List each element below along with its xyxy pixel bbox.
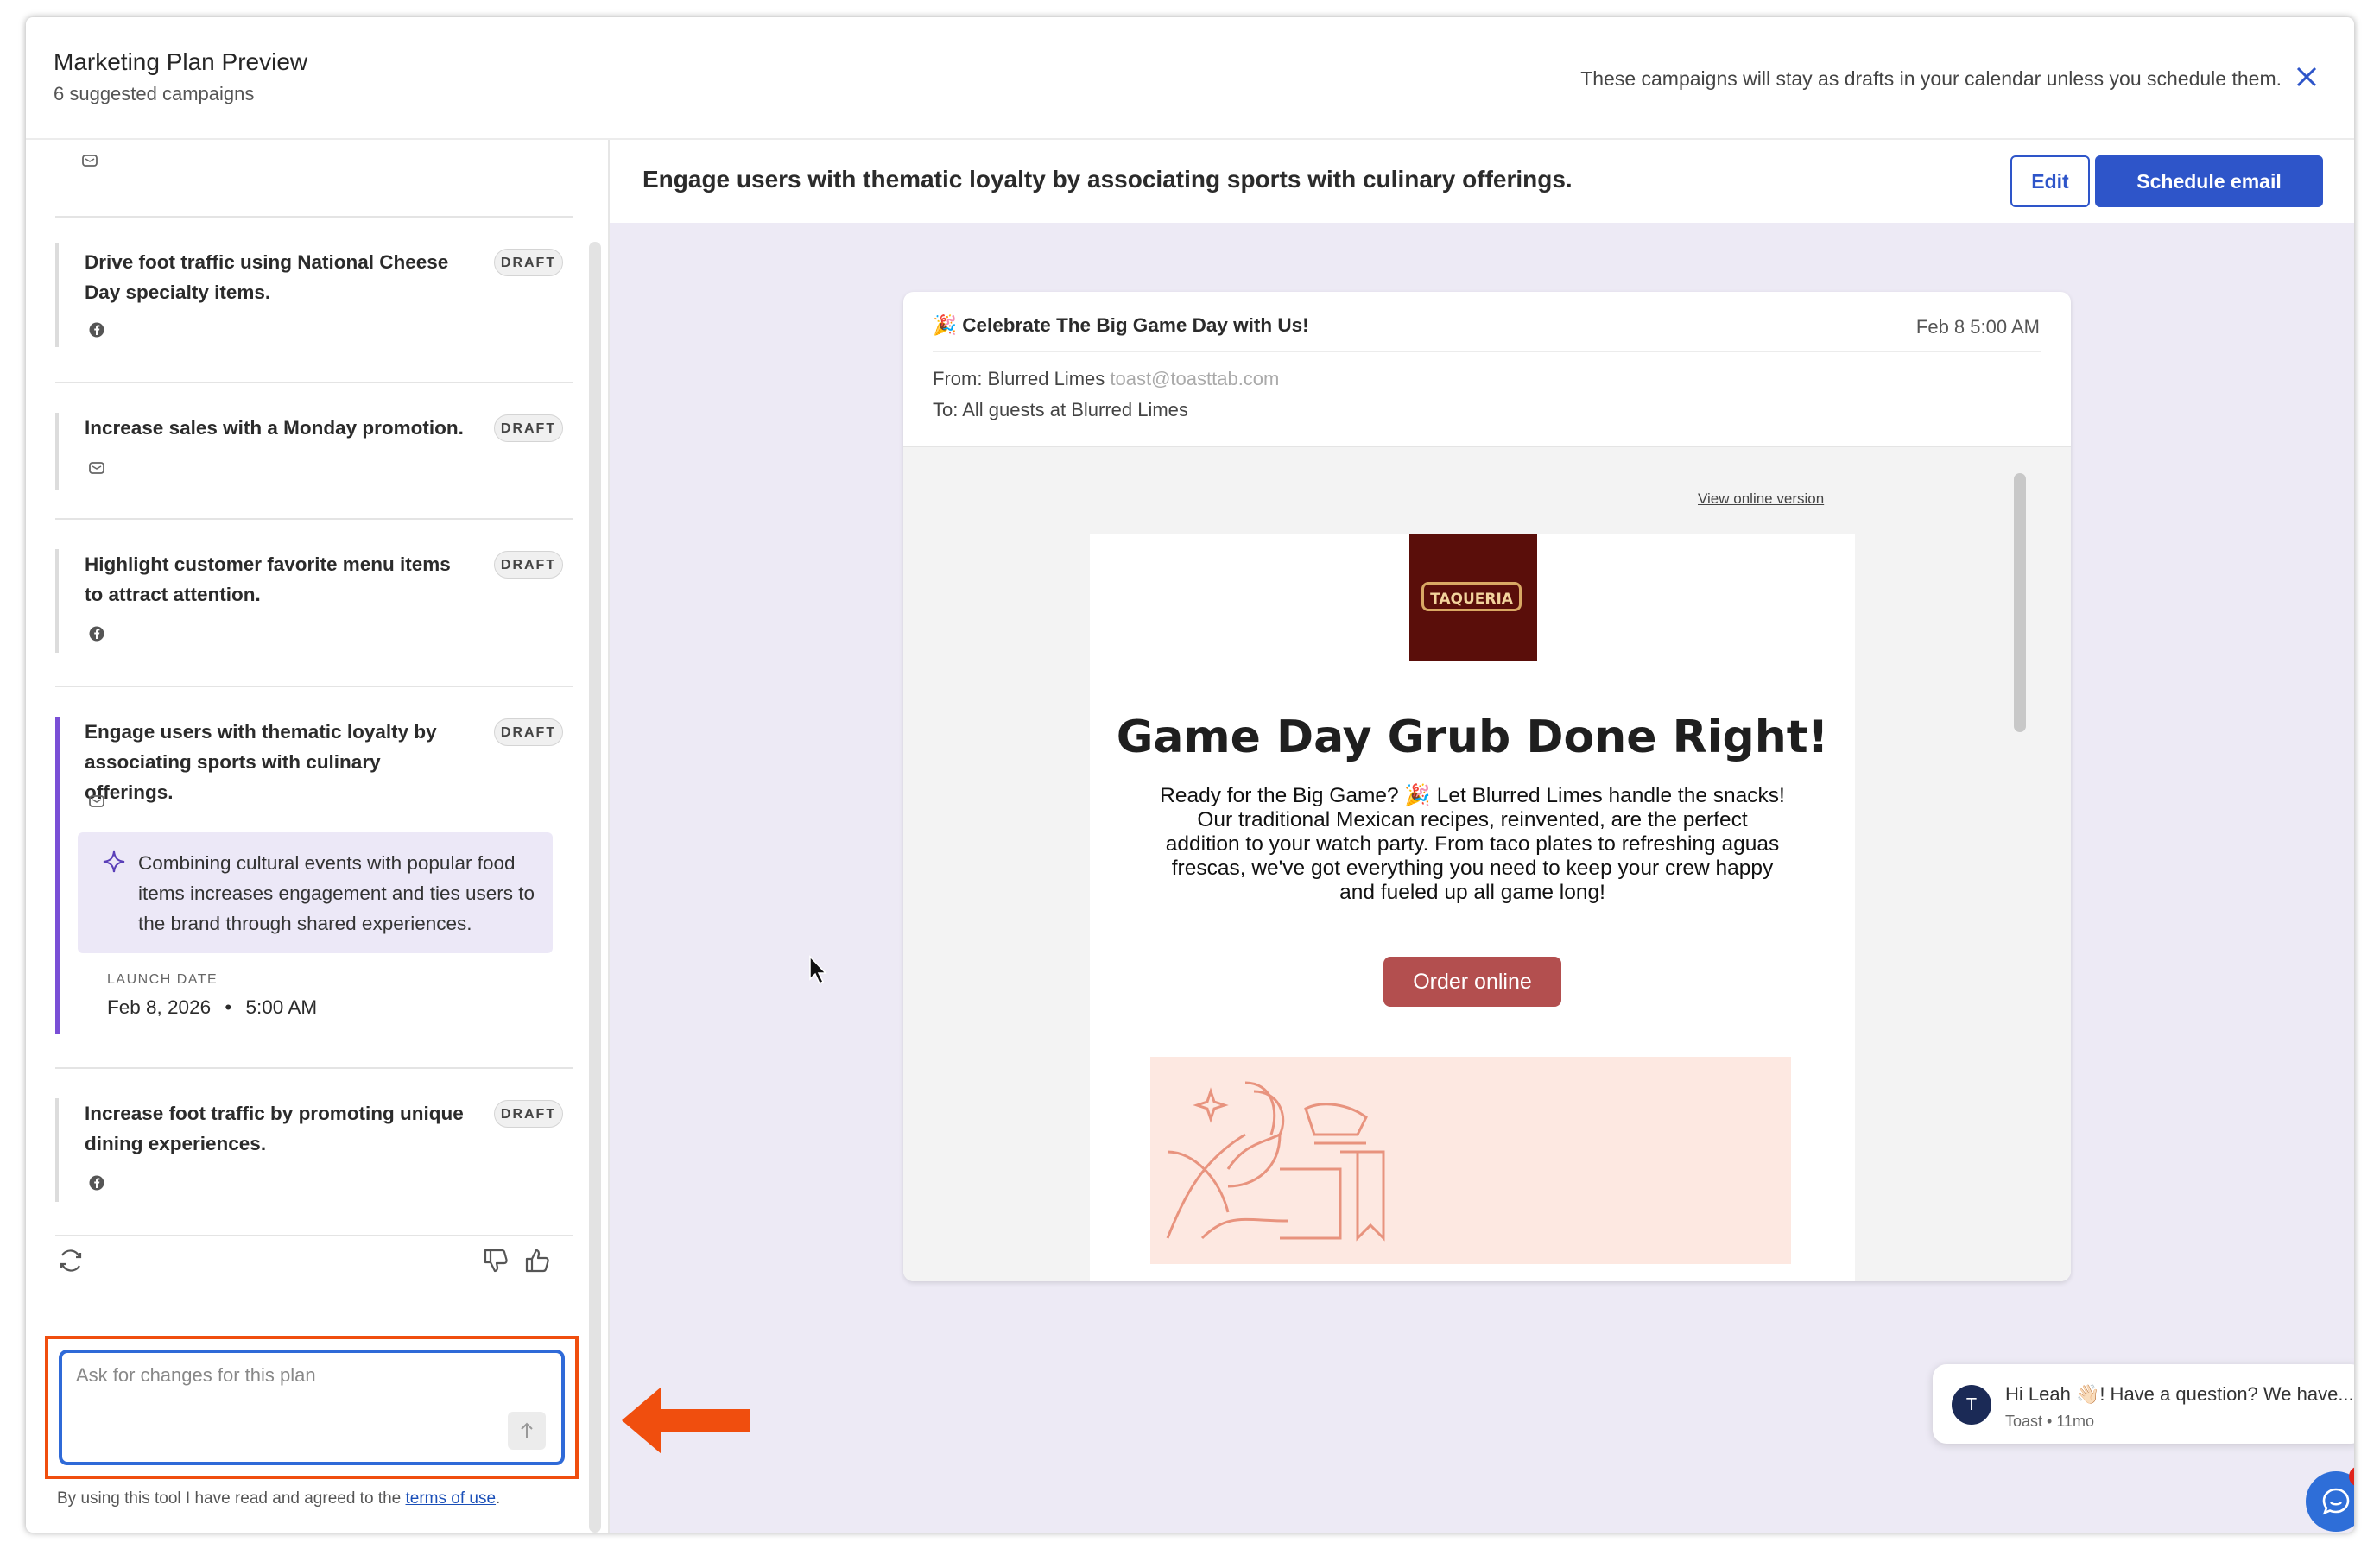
draft-note: These campaigns will stay as drafts in y… [1580,67,2282,90]
ask-for-changes-input[interactable] [74,1363,492,1388]
campaign-item[interactable]: Drive foot traffic using National Cheese… [55,218,573,383]
campaign-detail-title: Engage users with thematic loyalty by as… [642,166,1573,193]
chat-bubble-icon [2322,1488,2350,1515]
arrow-up-icon [521,1422,533,1438]
edit-button[interactable]: Edit [2010,155,2090,207]
draft-badge: DRAFT [494,1100,563,1128]
draft-badge: DRAFT [494,249,563,276]
facebook-icon [89,626,104,642]
email-headline: Game Day Grub Done Right! [1116,711,1829,763]
campaign-title: Highlight customer favorite menu items t… [85,553,451,605]
send-button[interactable] [508,1412,546,1450]
promo-illustration [1150,1057,1791,1264]
schedule-email-button[interactable]: Schedule email [2095,155,2323,207]
regenerate-icon[interactable] [55,1245,86,1276]
from-address: toast@toasttab.com [1110,368,1280,389]
launch-date-label: LAUNCH DATE [107,972,218,987]
facebook-icon [89,1175,104,1191]
launch-date-value: Feb 8, 2026 • 5:00 AM [107,996,317,1019]
left-scrollbar[interactable] [589,242,601,1533]
launch-time: 5:00 AM [245,996,318,1018]
campaign-item[interactable]: Increase foot traffic by promoting uniqu… [55,1069,573,1236]
facebook-icon [89,322,104,338]
email-preview-panel: Engage users with thematic loyalty by as… [610,140,2354,1533]
modal-header: Marketing Plan Preview 6 suggested campa… [26,17,2354,140]
view-online-link[interactable]: View online version [1698,490,1824,508]
launch-date: Feb 8, 2026 [107,996,212,1018]
campaign-title: Increase foot traffic by promoting uniqu… [85,1103,464,1154]
chat-input-highlight [45,1336,579,1479]
draft-badge: DRAFT [494,718,563,746]
from-label: From: Blurred Limes [933,368,1111,389]
email-date: Feb 8 5:00 AM [1915,316,2040,338]
thumbs-up-icon[interactable] [522,1245,553,1276]
list-divider [55,1235,573,1236]
sparkle-icon [103,850,125,873]
chat-input-container [59,1350,565,1465]
terms-suffix: . [496,1489,501,1508]
annotation-arrow-icon [622,1387,750,1454]
campaign-item[interactable]: Highlight customer favorite menu items t… [55,520,573,687]
launch-separator: • [225,996,232,1018]
avatar: T [1952,1385,1991,1425]
draft-badge: DRAFT [494,414,563,442]
email-to: To: All guests at Blurred Limes [933,399,1188,420]
campaign-insight: Combining cultural events with popular f… [78,832,553,953]
email-preview-card: 🎉 Celebrate The Big Game Day with Us! Fe… [903,292,2071,1281]
campaign-title: Drive foot traffic using National Cheese… [85,251,449,303]
thumbs-down-icon[interactable] [480,1245,511,1276]
food-illustration-icon [1166,1081,1385,1242]
campaign-title: Increase sales with a Monday promotion. [85,417,464,439]
campaign-list-panel: Drive foot traffic using National Cheese… [26,140,586,1533]
email-divider [933,351,2041,352]
terms-text: By using this tool I have read and agree… [57,1489,500,1508]
mouse-cursor-icon [809,955,827,985]
email-subject: 🎉 Celebrate The Big Game Day with Us! [933,314,1309,336]
campaign-item[interactable]: Increase sales with a Monday promotion. … [55,383,573,520]
insight-text: Combining cultural events with popular f… [138,852,535,934]
email-icon [89,795,104,807]
terms-of-use-link[interactable]: terms of use [406,1489,497,1508]
support-chat-preview[interactable]: T Hi Leah 👋🏻! Have a question? We have..… [1933,1364,2354,1444]
draft-badge: DRAFT [494,551,563,579]
order-online-button[interactable]: Order online [1383,957,1561,1007]
campaign-item-active[interactable]: Engage users with thematic loyalty by as… [55,687,573,1069]
email-body-scrollbar[interactable] [2014,473,2026,732]
chat-message: Hi Leah 👋🏻! Have a question? We have... [2005,1383,2354,1405]
page-title: Marketing Plan Preview [54,48,308,75]
email-body-text: Ready for the Big Game? 🎉 Let Blurred Li… [1160,784,1785,904]
restaurant-logo: TAQUERIA [1409,534,1537,661]
marketing-plan-modal: Marketing Plan Preview 6 suggested campa… [26,17,2354,1533]
logo-text: TAQUERIA [1421,582,1522,611]
email-body: View online version TAQUERIA Game Day Gr… [903,446,2071,1281]
email-from: From: Blurred Limes toast@toasttab.com [933,368,1279,390]
campaign-title: Engage users with thematic loyalty by as… [85,721,437,803]
active-indicator [55,717,60,1034]
campaign-count: 6 suggested campaigns [54,83,255,104]
email-icon [89,462,104,474]
close-icon[interactable] [2292,62,2321,92]
email-icon [82,155,98,167]
email-content: TAQUERIA Game Day Grub Done Right! Ready… [1090,534,1855,1281]
chat-meta: Toast • 11mo [2005,1413,2095,1430]
terms-prefix: By using this tool I have read and agree… [57,1489,406,1508]
preview-toolbar: Engage users with thematic loyalty by as… [610,140,2354,223]
